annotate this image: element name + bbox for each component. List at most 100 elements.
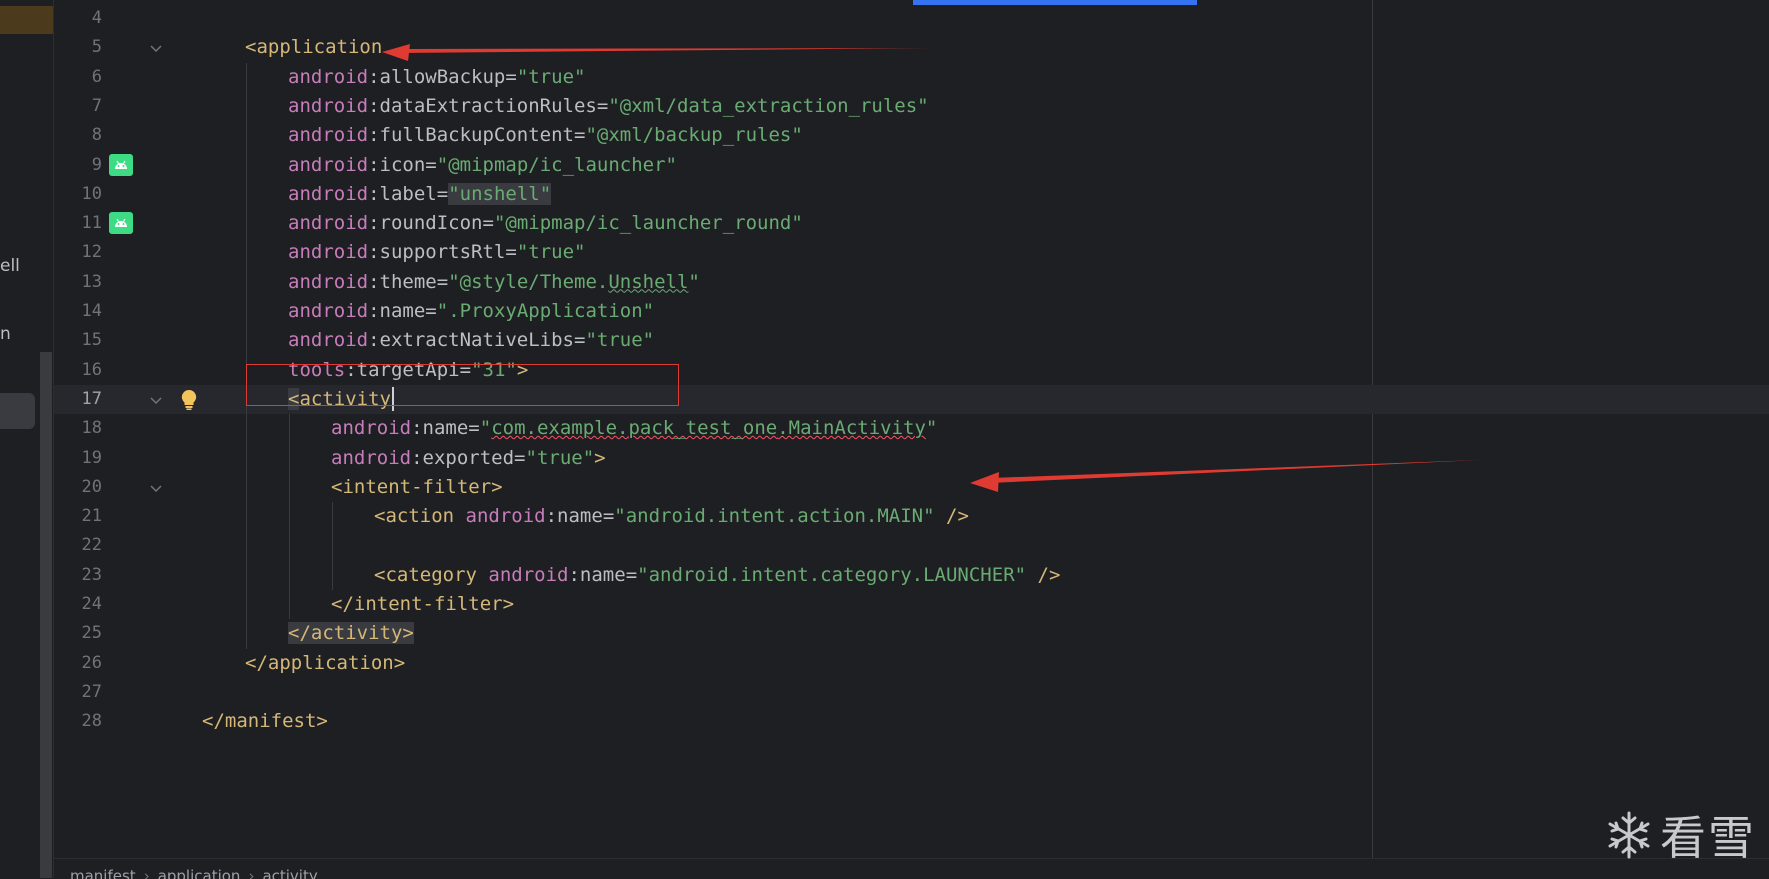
- breadcrumb-item[interactable]: manifest: [70, 867, 136, 879]
- code-text[interactable]: android:extractNativeLibs="true": [288, 326, 654, 355]
- code-token: dataExtractionRules: [379, 94, 597, 117]
- code-token: "@mipmap/ic_launcher_round": [493, 212, 803, 235]
- code-token: name: [422, 417, 469, 440]
- code-line[interactable]: 26 </application>: [54, 649, 1769, 678]
- line-number: 6: [91, 66, 102, 87]
- code-text[interactable]: </manifest>: [202, 707, 328, 736]
- code-text[interactable]: </activity>: [288, 619, 414, 648]
- line-number: 14: [81, 301, 102, 321]
- code-line[interactable]: 5 <application: [54, 33, 1769, 62]
- code-token: exported: [422, 446, 515, 469]
- code-token: pack_test_one: [628, 417, 778, 440]
- code-line[interactable]: 12 android:supportsRtl="true": [54, 238, 1769, 267]
- code-token: theme: [379, 270, 437, 293]
- code-token: =: [436, 182, 449, 205]
- line-number: 11: [81, 213, 102, 234]
- code-text[interactable]: <action android:name="android.intent.act…: [374, 502, 969, 531]
- code-token: "true": [585, 329, 655, 352]
- code-line[interactable]: 14 android:name=".ProxyApplication": [54, 297, 1769, 326]
- code-token: ": [925, 417, 938, 440]
- line-number: 27: [81, 681, 102, 702]
- selected-file-highlight[interactable]: [0, 6, 53, 34]
- code-text[interactable]: <category android:name="android.intent.c…: [374, 561, 1060, 590]
- code-text[interactable]: android:fullBackupContent="@xml/backup_r…: [288, 121, 803, 150]
- code-line[interactable]: 19 android:exported="true">: [54, 444, 1769, 473]
- code-token: "android.intent.category.LAUNCHER": [637, 563, 1027, 586]
- code-line[interactable]: 11 android:roundIcon="@mipmap/ic_launcher…: [54, 209, 1769, 238]
- fold-chevron-icon[interactable]: [149, 41, 163, 55]
- code-token: :: [368, 300, 380, 322]
- code-text[interactable]: android:theme="@style/Theme.Unshell": [288, 268, 700, 297]
- code-token: =: [596, 94, 609, 117]
- code-line[interactable]: 9 android:icon="@mipmap/ic_launcher": [54, 151, 1769, 180]
- code-line[interactable]: 27: [54, 678, 1769, 707]
- fold-chevron-icon[interactable]: [149, 393, 163, 407]
- code-token: />: [934, 505, 969, 528]
- code-token: android: [288, 270, 369, 293]
- code-text[interactable]: <application: [245, 33, 382, 62]
- code-text[interactable]: </intent-filter>: [331, 590, 514, 619]
- android-icon[interactable]: [109, 153, 133, 176]
- code-line[interactable]: 28 </manifest>: [54, 707, 1769, 736]
- code-text[interactable]: android:exported="true">: [331, 444, 606, 473]
- code-token: "true": [516, 65, 586, 88]
- code-token: android: [331, 446, 412, 469]
- code-token: name: [579, 563, 626, 586]
- breadcrumb-item[interactable]: application: [158, 867, 241, 879]
- code-text[interactable]: android:name="com.example.pack_test_one.…: [331, 414, 937, 443]
- code-token: supportsRtl: [379, 241, 506, 264]
- line-number: 22: [81, 535, 102, 556]
- code-token: :: [368, 270, 380, 293]
- code-line[interactable]: 13 android:theme="@style/Theme.Unshell": [54, 268, 1769, 297]
- code-token: =: [514, 446, 526, 469]
- panel-selected-item[interactable]: [0, 393, 35, 429]
- code-token: :: [411, 446, 423, 469]
- code-line[interactable]: 8 android:fullBackupContent="@xml/backup_…: [54, 121, 1769, 150]
- line-number: 21: [81, 506, 102, 527]
- code-token: name: [557, 505, 603, 528]
- code-token: android: [288, 124, 369, 147]
- breadcrumb-item[interactable]: activity: [262, 867, 317, 879]
- code-line[interactable]: 4: [54, 4, 1769, 33]
- code-text[interactable]: android:roundIcon="@mipmap/ic_launcher_r…: [288, 209, 803, 238]
- code-text[interactable]: android:icon="@mipmap/ic_launcher": [288, 151, 677, 180]
- code-editor[interactable]: 4 5 <application 6 android:allowBackup="true…: [54, 0, 1769, 858]
- code-token: />: [1026, 563, 1061, 586]
- android-icon[interactable]: [109, 212, 133, 235]
- code-line[interactable]: 7 android:dataExtractionRules="@xml/data_…: [54, 92, 1769, 121]
- code-line[interactable]: 24 </intent-filter>: [54, 590, 1769, 619]
- code-text[interactable]: </application>: [245, 649, 405, 678]
- code-line[interactable]: 15 android:extractNativeLibs="true": [54, 326, 1769, 355]
- code-token: :: [545, 505, 558, 528]
- code-token: >: [594, 446, 606, 469]
- code-line[interactable]: 23 <category android:name="android.intent…: [54, 561, 1769, 590]
- code-token: android: [288, 65, 369, 88]
- code-token: "@xml/backup_rules": [585, 124, 803, 147]
- lightbulb-icon[interactable]: [180, 389, 198, 411]
- code-line[interactable]: 21 <action android:name="android.intent.a…: [54, 502, 1769, 531]
- code-token: <action: [374, 505, 466, 528]
- code-token: =: [574, 329, 586, 352]
- code-token: label: [379, 182, 437, 205]
- code-token: roundIcon: [379, 212, 483, 235]
- code-token: android: [331, 417, 412, 440]
- code-text[interactable]: android:supportsRtl="true": [288, 238, 585, 267]
- code-line[interactable]: 18 android:name="com.example.pack_test_on…: [54, 414, 1769, 443]
- code-line[interactable]: 25 </activity>: [54, 619, 1769, 648]
- code-token: "unshell": [448, 182, 552, 205]
- code-text[interactable]: <intent-filter>: [331, 473, 503, 502]
- code-text[interactable]: android:allowBackup="true": [288, 63, 585, 92]
- code-text[interactable]: android:dataExtractionRules="@xml/data_e…: [288, 92, 929, 121]
- code-line[interactable]: 22: [54, 531, 1769, 560]
- panel-scrollbar[interactable]: [40, 352, 52, 878]
- fold-chevron-icon[interactable]: [149, 481, 163, 495]
- code-line[interactable]: 20 <intent-filter>: [54, 473, 1769, 502]
- code-token: "@xml/data_extraction_rules": [608, 94, 929, 117]
- code-line[interactable]: 10 android:label="unshell": [54, 180, 1769, 209]
- code-text[interactable]: android:label="unshell": [288, 180, 552, 209]
- code-token: =: [505, 241, 517, 264]
- line-number: 5: [91, 37, 102, 58]
- line-number: 10: [81, 183, 102, 204]
- code-text[interactable]: android:name=".ProxyApplication": [288, 297, 654, 326]
- code-line[interactable]: 6 android:allowBackup="true": [54, 63, 1769, 92]
